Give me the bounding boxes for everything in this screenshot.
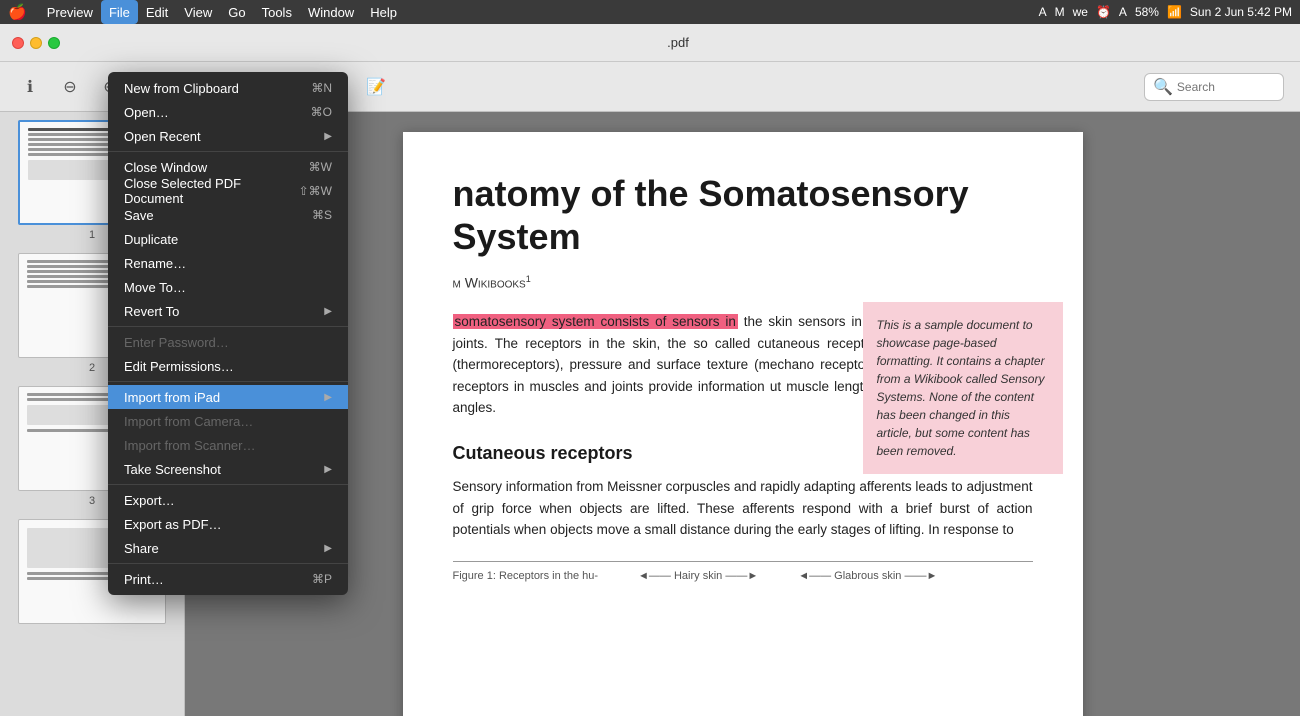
a-accessibility: A [1119,5,1127,19]
maximize-button[interactable] [48,37,60,49]
menu-item-open…[interactable]: Open… ⌘O [108,100,348,124]
doc-bottom-bar: Figure 1: Receptors in the hu- ◄—— Hairy… [453,561,1033,582]
menu-item-shortcut: ⌘P [312,572,332,586]
menu-help[interactable]: Help [362,0,405,24]
battery-status: 58% [1135,5,1159,19]
keyboard-icon: A [1039,5,1047,19]
info-button[interactable]: ℹ [16,73,44,101]
menu-item-label: Import from iPad [124,390,220,405]
doc-sidebar-box: This is a sample document to showcase pa… [863,302,1063,474]
menu-item-label: Revert To [124,304,179,319]
datetime: Sun 2 Jun 5:42 PM [1190,5,1292,19]
menu-view[interactable]: View [176,0,220,24]
menu-item-duplicate[interactable]: Duplicate [108,227,348,251]
menu-preview[interactable]: Preview [39,0,101,24]
menu-item-print…[interactable]: Print… ⌘P [108,567,348,591]
menu-item-import-from-ipad[interactable]: Import from iPad [108,385,348,409]
menu-item-rename…[interactable]: Rename… [108,251,348,275]
menu-item-revert-to[interactable]: Revert To [108,299,348,323]
menu-item-label: Take Screenshot [124,462,221,477]
thumb-line [27,398,110,401]
annotate-button[interactable]: 📝 [362,73,390,101]
doc-highlight: somatosensory system consists of sensors… [453,314,738,329]
menu-item-label: Move To… [124,280,186,295]
menu-item-label: Open… [124,105,169,120]
menu-item-take-screenshot[interactable]: Take Screenshot [108,457,348,481]
menu-item-move-to…[interactable]: Move To… [108,275,348,299]
menu-item-label: Duplicate [124,232,178,247]
menu-item-shortcut: ⌘N [311,81,332,95]
menu-item-label: Close Window [124,160,207,175]
title-bar: .pdf [0,24,1300,62]
minimize-button[interactable] [30,37,42,49]
menu-item-shortcut: ⌘W [309,160,332,174]
menu-item-label: Share [124,541,159,556]
menu-file[interactable]: File [101,0,138,24]
thumb-line [27,265,110,268]
menu-go[interactable]: Go [220,0,253,24]
menu-item-share[interactable]: Share [108,536,348,560]
menu-item-label: Save [124,208,154,223]
menu-separator [108,381,348,382]
menu-separator [108,151,348,152]
search-input[interactable] [1177,80,1275,94]
menu-item-new-from-clipboard[interactable]: New from Clipboard ⌘N [108,76,348,100]
menu-tools[interactable]: Tools [254,0,300,24]
thumb-line [27,577,110,580]
zoom-out-button[interactable]: ⊖ [56,73,84,101]
search-icon: 🔍 [1153,77,1173,97]
menu-item-label: Import from Camera… [124,414,253,429]
menu-item-shortcut: ⇧⌘W [299,184,332,198]
menu-item-export-as-pdf…[interactable]: Export as PDF… [108,512,348,536]
menu-item-open-recent[interactable]: Open Recent [108,124,348,148]
menu-item-label: Enter Password… [124,335,229,350]
mail-icon: M [1055,5,1065,19]
menu-item-save[interactable]: Save ⌘S [108,203,348,227]
menu-item-label: New from Clipboard [124,81,239,96]
thumb-line [28,148,110,151]
figure-caption: Figure 1: Receptors in the hu- [453,570,599,582]
menu-item-label: Open Recent [124,129,201,144]
menu-item-import-from-camera…: Import from Camera… [108,409,348,433]
file-menu-dropdown: New from Clipboard ⌘N Open… ⌘O Open Recent Cl… [108,72,348,595]
menu-item-close-selected-pdf-document[interactable]: Close Selected PDF Document⇧⌘W [108,179,348,203]
menu-item-label: Export as PDF… [124,517,222,532]
thumb-line [28,133,110,136]
menu-separator [108,563,348,564]
menu-bar: 🍎 Preview File Edit View Go Tools Window… [0,0,1300,24]
doc-title: natomy of the Somatosensory System [453,172,1033,258]
doc-paragraph-2: Sensory information from Meissner corpus… [453,476,1033,541]
menu-item-label: Rename… [124,256,186,271]
traffic-lights [12,37,60,49]
menu-item-export…[interactable]: Export… [108,488,348,512]
apple-menu[interactable]: 🍎 [8,3,27,21]
doc-author: m Wikibooks1 [453,274,1033,291]
menu-item-enter-password…: Enter Password… [108,330,348,354]
search-box[interactable]: 🔍 [1144,73,1284,101]
menu-item-shortcut: ⌘O [311,105,332,119]
menu-item-label: Import from Scanner… [124,438,256,453]
document-area[interactable]: natomy of the Somatosensory System m Wik… [185,112,1300,716]
clock-icon: ⏰ [1096,5,1111,19]
menu-separator [108,326,348,327]
we-icon: we [1073,5,1088,19]
glabrous-skin-label: ◄—— Glabrous skin ——► [798,570,937,582]
menu-edit[interactable]: Edit [138,0,176,24]
wifi-icon: 📶 [1167,5,1182,19]
document-page: natomy of the Somatosensory System m Wik… [403,132,1083,716]
thumb-line [27,280,110,283]
menu-bar-right: A M we ⏰ A 58% 📶 Sun 2 Jun 5:42 PM [1039,5,1292,19]
menu-window[interactable]: Window [300,0,362,24]
menu-item-import-from-scanner…: Import from Scanner… [108,433,348,457]
menu-item-label: Close Selected PDF Document [124,176,299,206]
menu-item-label: Edit Permissions… [124,359,234,374]
menu-item-label: Export… [124,493,175,508]
close-button[interactable] [12,37,24,49]
menu-item-shortcut: ⌘S [312,208,332,222]
menu-separator [108,484,348,485]
window-title: .pdf [68,35,1288,50]
hairy-skin-label: ◄—— Hairy skin ——► [638,570,758,582]
menu-item-edit-permissions…[interactable]: Edit Permissions… [108,354,348,378]
menu-item-label: Print… [124,572,164,587]
